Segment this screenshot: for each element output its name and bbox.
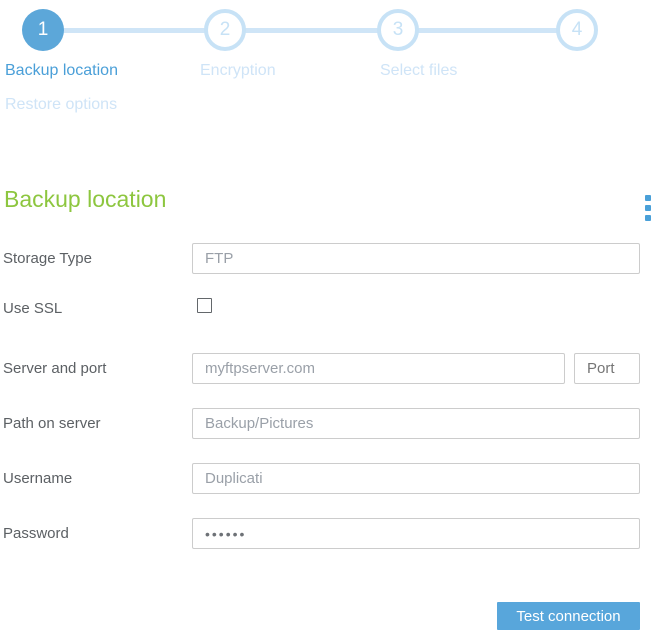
path-field[interactable] (192, 408, 640, 439)
port-field[interactable] (574, 353, 640, 384)
server-and-port-label: Server and port (3, 360, 107, 377)
step-label-restore-options[interactable]: Restore options (5, 96, 117, 114)
path-on-server-label: Path on server (3, 415, 101, 432)
page-title: Backup location (4, 186, 167, 212)
use-ssl-checkbox[interactable] (197, 298, 212, 313)
password-field[interactable] (192, 518, 640, 549)
step-label-encryption[interactable]: Encryption (200, 62, 276, 80)
step-circle-1[interactable]: 1 (22, 9, 64, 51)
kebab-menu-icon[interactable] (645, 195, 652, 221)
step-connector-line (43, 28, 577, 33)
step-number: 2 (219, 19, 231, 40)
username-label: Username (3, 470, 73, 487)
step-circle-4[interactable]: 4 (556, 9, 598, 51)
step-label-backup-location[interactable]: Backup location (5, 62, 118, 80)
step-number: 1 (37, 19, 49, 40)
storage-type-field[interactable] (192, 243, 640, 274)
step-number: 3 (392, 19, 404, 40)
duplicati-add-backup-wizard: 1 2 3 4 Backup location Encryption Selec… (0, 0, 657, 636)
username-field[interactable] (192, 463, 640, 494)
test-connection-button[interactable]: Test connection (497, 602, 640, 630)
step-circle-3[interactable]: 3 (377, 9, 419, 51)
password-label: Password (3, 525, 69, 542)
step-number: 4 (571, 19, 583, 40)
step-label-select-files[interactable]: Select files (380, 62, 457, 80)
storage-type-label: Storage Type (3, 250, 92, 267)
server-field[interactable] (192, 353, 565, 384)
step-circle-2[interactable]: 2 (204, 9, 246, 51)
use-ssl-label: Use SSL (3, 300, 63, 317)
